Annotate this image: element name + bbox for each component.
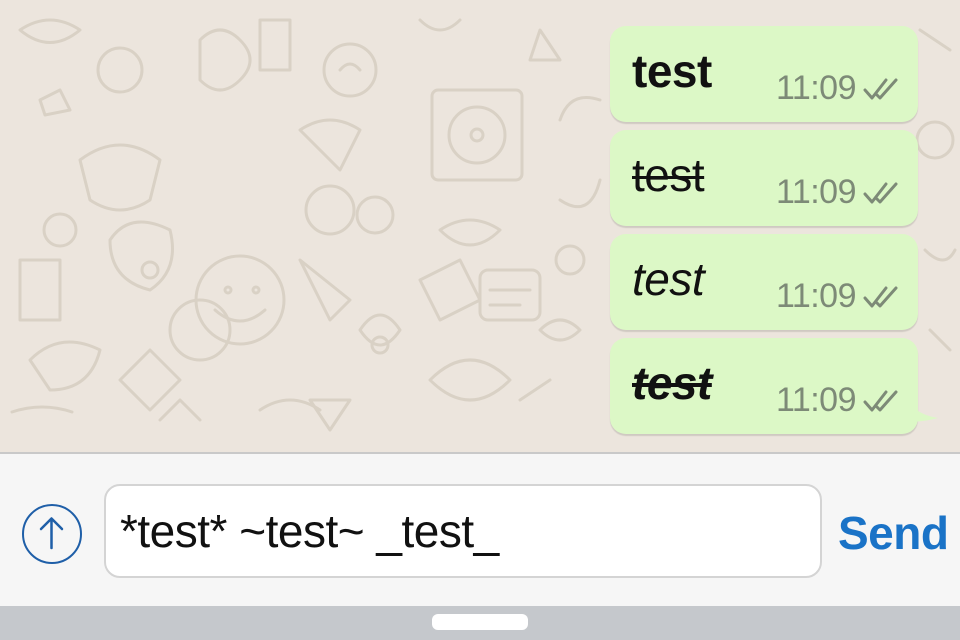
message-time: 11:09	[775, 381, 857, 419]
message-bubble[interactable]: test 11:09	[610, 234, 918, 330]
message-meta: 11:09	[776, 69, 900, 108]
double-check-icon	[863, 78, 898, 99]
arrow-up-circle-icon	[39, 517, 64, 550]
message-composer: Send	[0, 454, 960, 606]
message-text: test	[632, 357, 712, 409]
bubble-tail	[900, 388, 938, 422]
message-meta: 11:09	[776, 277, 900, 316]
message-meta: 11:09	[776, 173, 900, 212]
message-text: test	[632, 253, 705, 305]
message-time: 11:09	[775, 277, 857, 315]
message-bubble[interactable]: test 11:09	[610, 26, 918, 122]
double-check-icon	[863, 182, 898, 203]
message-input[interactable]	[104, 484, 822, 578]
bottom-bar	[0, 606, 960, 640]
message-text: test	[632, 149, 705, 201]
message-bubble[interactable]: test 11:09	[610, 130, 918, 226]
home-handle[interactable]	[432, 614, 528, 630]
attach-button[interactable]	[22, 504, 82, 564]
chat-area[interactable]: test 11:09 test 11:09 test 11:09 test 11…	[0, 0, 960, 452]
message-meta: 11:09	[776, 381, 900, 420]
double-check-icon	[863, 390, 898, 411]
message-bubble[interactable]: test 11:09	[610, 338, 918, 434]
message-time: 11:09	[775, 173, 857, 211]
send-button[interactable]: Send	[838, 506, 949, 560]
message-time: 11:09	[775, 69, 857, 107]
message-text: test	[632, 45, 712, 97]
chat-screen: test 11:09 test 11:09 test 11:09 test 11…	[0, 0, 960, 640]
double-check-icon	[863, 286, 898, 307]
